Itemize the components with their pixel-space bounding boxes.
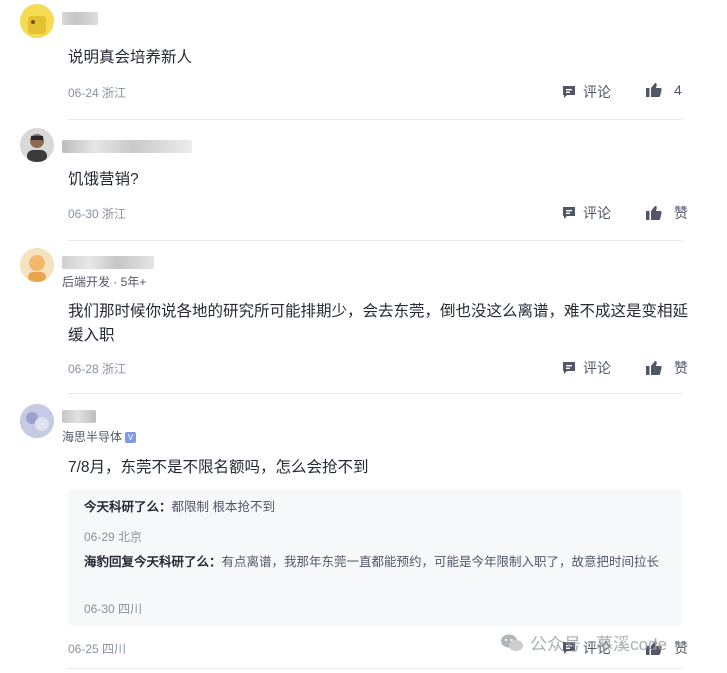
reply-separator: ： — [159, 500, 172, 514]
like-label: 赞 — [674, 205, 688, 221]
reply-button[interactable]: 评论 — [561, 358, 611, 378]
like-button[interactable]: 4 — [645, 82, 682, 98]
reply-label: 评论 — [583, 84, 611, 100]
thumbs-up-icon — [646, 361, 662, 375]
reply-label: 评论 — [583, 205, 611, 221]
like-button[interactable]: 赞 — [645, 358, 688, 378]
wechat-icon — [501, 634, 523, 651]
company-name: 海思半导体 — [62, 430, 123, 444]
comment-icon — [563, 86, 575, 98]
reply-date: 06-29 — [84, 530, 115, 544]
like-count: 4 — [674, 82, 682, 98]
reply-meta: 06-29 北京 — [84, 528, 142, 545]
reply-item: 今天科研了么：都限制 根本抢不到 — [84, 498, 664, 517]
comment-meta: 06-28 浙江 — [68, 360, 126, 377]
thumbs-up-icon — [646, 206, 662, 220]
comment-date: 06-25 — [68, 642, 99, 656]
username-blurred[interactable] — [62, 140, 192, 153]
comment-date: 06-24 — [68, 86, 99, 100]
watermark-text: 公众号 · 慕溪code — [530, 635, 667, 654]
username-blurred[interactable] — [62, 410, 96, 423]
reply-thread: 今天科研了么：都限制 根本抢不到 06-29 北京 海豹回复今天科研了么：有点离… — [68, 489, 682, 626]
reply-button[interactable]: 评论 — [561, 82, 611, 102]
like-button[interactable]: 赞 — [645, 203, 688, 223]
comment-location: 浙江 — [102, 362, 127, 376]
avatar[interactable] — [20, 404, 54, 438]
comment-meta: 06-24 浙江 — [68, 84, 126, 101]
comment-location: 浙江 — [102, 86, 127, 100]
comment-date: 06-28 — [68, 362, 99, 376]
user-title: 后端开发 · 5年+ — [62, 275, 147, 289]
thumbs-up-icon — [646, 83, 662, 97]
comment-text: 说明真会培养新人 — [68, 49, 193, 66]
user-company: 海思半导体 V — [62, 428, 137, 445]
reply-meta: 06-30 四川 — [84, 600, 142, 617]
comment-location: 四川 — [102, 642, 127, 656]
divider — [68, 119, 682, 120]
username-blurred[interactable] — [62, 256, 154, 269]
reply-content: 有点离谱，我那年东莞一直都能预约，可能是今年限制入职了，故意把时间拉长 — [221, 555, 660, 569]
comment-location: 浙江 — [102, 207, 127, 221]
reply-location: 四川 — [118, 602, 143, 616]
comment-meta: 06-25 四川 — [68, 640, 126, 657]
reply-button[interactable]: 评论 — [561, 203, 611, 223]
divider — [68, 240, 682, 241]
username-blurred[interactable] — [62, 12, 98, 25]
divider — [68, 393, 682, 394]
like-label: 赞 — [674, 360, 688, 376]
verified-badge-icon: V — [125, 432, 137, 443]
like-label: 赞 — [674, 640, 688, 656]
comment-text: 7/8月，东莞不是不限名额吗，怎么会抢不到 — [68, 459, 369, 476]
comment-text: 饥饿营销? — [68, 171, 139, 188]
comment-meta: 06-30 浙江 — [68, 205, 126, 222]
reply-item: 海豹回复今天科研了么：有点离谱，我那年东莞一直都能预约，可能是今年限制入职了，故… — [84, 553, 664, 572]
avatar[interactable] — [20, 248, 54, 282]
divider — [68, 668, 682, 669]
reply-author[interactable]: 今天科研了么 — [84, 500, 159, 514]
comment-date: 06-30 — [68, 207, 99, 221]
avatar[interactable] — [20, 4, 54, 38]
reply-label: 评论 — [583, 360, 611, 376]
watermark: 公众号 · 慕溪code — [500, 630, 667, 655]
reply-date: 06-30 — [84, 602, 115, 616]
reply-content: 都限制 根本抢不到 — [171, 500, 276, 514]
reply-location: 北京 — [118, 530, 143, 544]
comment-text: 我们那时候你说各地的研究所可能排期少，会去东莞，倒也没这么离谱，难不成这是变相延… — [68, 303, 689, 344]
avatar[interactable] — [20, 128, 54, 162]
comment-icon — [563, 362, 575, 374]
reply-author[interactable]: 海豹回复今天科研了么 — [84, 555, 209, 569]
reply-separator: ： — [209, 555, 222, 569]
comment-icon — [563, 207, 575, 219]
